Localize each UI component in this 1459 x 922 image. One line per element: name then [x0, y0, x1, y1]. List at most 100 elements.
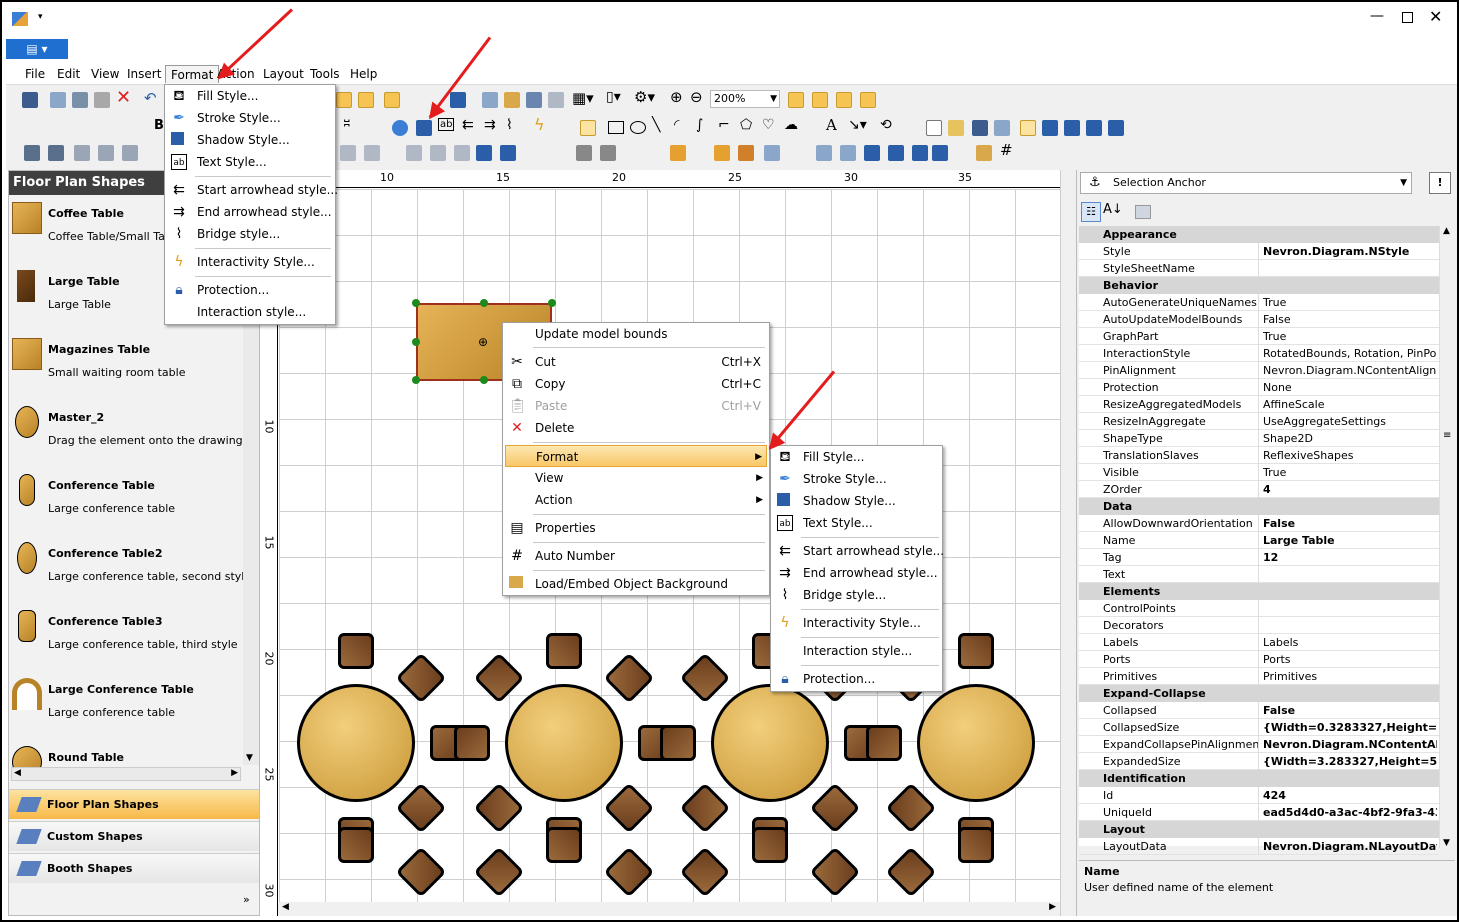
chair-shape[interactable]	[752, 827, 788, 863]
chair-shape[interactable]	[958, 827, 994, 863]
guides-icon[interactable]	[358, 92, 374, 108]
shape-item-magazines-table[interactable]: Magazines Table Small waiting room table	[9, 333, 243, 401]
text-tool-icon[interactable]: A	[826, 116, 837, 134]
menu-end-arrowhead[interactable]: ⇉ End arrowhead style...	[167, 201, 331, 223]
menu-help[interactable]: Help	[345, 65, 382, 83]
property-row[interactable]: Decorators	[1079, 617, 1439, 634]
nudge-down-icon[interactable]	[912, 145, 928, 161]
property-value[interactable]: Primitives	[1261, 668, 1437, 685]
sub-bridge-style[interactable]: ⌇ Bridge style...	[773, 584, 940, 606]
size-width-icon[interactable]	[816, 145, 832, 161]
ctx-cut[interactable]: ✂ Cut Ctrl+X	[505, 351, 767, 373]
tab-floor-plan-shapes[interactable]: Floor Plan Shapes	[9, 789, 259, 819]
menu-insert[interactable]: Insert	[122, 65, 166, 83]
shadow-style-icon[interactable]	[416, 120, 432, 136]
property-row[interactable]: Visible True	[1079, 464, 1439, 481]
property-row[interactable]: ControlPoints	[1079, 600, 1439, 617]
property-value[interactable]: Nevron.Diagram.NLayoutData	[1261, 838, 1437, 855]
property-row[interactable]: InteractionStyle RotatedBounds, Rotation,…	[1079, 345, 1439, 362]
property-row[interactable]: Primitives Primitives	[1079, 668, 1439, 685]
ellipse-tool-icon[interactable]	[630, 121, 646, 134]
sub-stroke-style[interactable]: ✒ Stroke Style...	[773, 468, 940, 490]
zoom-out-icon[interactable]: ⊖	[690, 88, 703, 106]
ctx-view[interactable]: View ▶	[505, 467, 767, 489]
panel-overflow-chevron-icon[interactable]: »	[243, 893, 250, 906]
polygon-tool-icon[interactable]: ⬠	[740, 117, 752, 133]
close-icon[interactable]: ✕	[1429, 7, 1442, 26]
property-row[interactable]: Protection None	[1079, 379, 1439, 396]
property-grid-scrollbar[interactable]: ▲ ≡ ▼	[1439, 226, 1455, 848]
align-left-icon[interactable]	[340, 145, 356, 161]
property-value[interactable]: Large Table	[1261, 532, 1437, 549]
round-table-shape[interactable]	[297, 684, 415, 802]
closed-curve-tool-icon[interactable]: ♡	[762, 117, 775, 133]
menu-tools[interactable]: Tools	[305, 65, 345, 83]
property-row[interactable]: ResizeAggregatedModels AffineScale	[1079, 396, 1439, 413]
auto-number-icon[interactable]: #	[1000, 141, 1013, 159]
property-value[interactable]: {Width=0.3283327,Height=0.0	[1261, 719, 1437, 736]
property-value[interactable]	[1261, 566, 1437, 583]
property-value[interactable]: 4	[1261, 481, 1437, 498]
property-value[interactable]	[1261, 600, 1437, 617]
property-row[interactable]: Id 424	[1079, 787, 1439, 804]
ctx-copy[interactable]: ⧉ Copy Ctrl+C	[505, 373, 767, 395]
ctx-format[interactable]: Format ▶	[505, 445, 767, 467]
property-row[interactable]: ShapeType Shape2D	[1079, 430, 1439, 447]
arc-tool-icon[interactable]: ◜	[674, 117, 679, 133]
property-row[interactable]: Labels Labels	[1079, 634, 1439, 651]
bold-button[interactable]: B	[154, 118, 164, 133]
end-arrow-icon[interactable]: ⇉	[484, 117, 496, 133]
sub-end-arrowhead[interactable]: ⇉ End arrowhead style...	[773, 562, 940, 584]
menu-layout[interactable]: Layout	[258, 65, 309, 83]
sub-interactivity-style[interactable]: ϟ Interactivity Style...	[773, 612, 940, 634]
connector-tool-icon[interactable]: ↘▾	[848, 117, 867, 133]
menu-protection[interactable]: 🔒︎ Protection...	[167, 279, 269, 301]
nudge-up-icon[interactable]	[932, 145, 948, 161]
property-value[interactable]: True	[1261, 328, 1437, 345]
print-icon[interactable]	[994, 120, 1010, 136]
ruler-toggle-icon[interactable]	[336, 92, 352, 108]
polyline-tool-icon[interactable]: ⌐	[718, 117, 730, 133]
shape-item-conference-table3[interactable]: Conference Table3 Large conference table…	[9, 605, 243, 673]
property-value[interactable]: False	[1261, 311, 1437, 328]
ctx-action[interactable]: Action ▶	[505, 489, 767, 511]
property-row[interactable]: LayoutData Nevron.Diagram.NLayoutData	[1079, 838, 1439, 855]
freehand-tool-icon[interactable]: ☁	[784, 117, 798, 133]
menu-stroke-style[interactable]: ✒ Stroke Style...	[167, 107, 281, 129]
application-menu-button[interactable]: ▤ ▾	[6, 39, 68, 59]
zoom-combo[interactable]: 200% ▼	[710, 90, 780, 108]
zoom-in-icon[interactable]: ⊕	[670, 88, 683, 106]
sub-fill-style[interactable]: ⛾ Fill Style...	[773, 446, 940, 468]
quick-access-dropdown-icon[interactable]: ▾	[38, 12, 43, 22]
tab-custom-shapes[interactable]: Custom Shapes	[9, 821, 259, 851]
align-middle-icon[interactable]	[454, 145, 470, 161]
property-value[interactable]: {Width=3.283327,Height=5.90	[1261, 753, 1437, 770]
property-value[interactable]: None	[1261, 379, 1437, 396]
rotate-icon[interactable]	[600, 145, 616, 161]
nudge-right-icon[interactable]	[888, 145, 904, 161]
shape-item-conference-table[interactable]: Conference Table Large conference table	[9, 469, 243, 537]
property-value[interactable]: Labels	[1261, 634, 1437, 651]
bring-forward-icon[interactable]	[738, 145, 754, 161]
align-right-icon[interactable]	[406, 145, 422, 161]
resize-handle[interactable]	[480, 376, 488, 384]
maximize-icon[interactable]	[1402, 12, 1413, 23]
property-value[interactable]: True	[1261, 464, 1437, 481]
alphabetical-sort-icon[interactable]: A↓	[1103, 202, 1123, 217]
menu-interaction-style[interactable]: Interaction style...	[167, 301, 306, 323]
property-row[interactable]: AutoGenerateUniqueNames True	[1079, 294, 1439, 311]
categorized-sort-icon[interactable]: ☷	[1081, 202, 1101, 222]
round-table-shape[interactable]	[711, 684, 829, 802]
settings-gear-icon[interactable]: ⚙▾	[634, 88, 655, 106]
bridge-tool-icon[interactable]: ⎶	[344, 117, 350, 133]
page-setup-icon[interactable]: ▯▾	[606, 89, 621, 105]
property-value[interactable]	[1261, 617, 1437, 634]
chair-shape[interactable]	[866, 725, 902, 761]
property-row[interactable]: TranslationSlaves ReflexiveShapes	[1079, 447, 1439, 464]
page-icon[interactable]	[482, 92, 498, 108]
menu-edit[interactable]: Edit	[52, 65, 85, 83]
object-selector-combo[interactable]: ⚓ Selection Anchor ▼	[1080, 172, 1412, 194]
property-value[interactable]: ReflexiveShapes	[1261, 447, 1437, 464]
property-value[interactable]: True	[1261, 294, 1437, 311]
ctx-properties[interactable]: ▤ Properties	[505, 517, 767, 539]
